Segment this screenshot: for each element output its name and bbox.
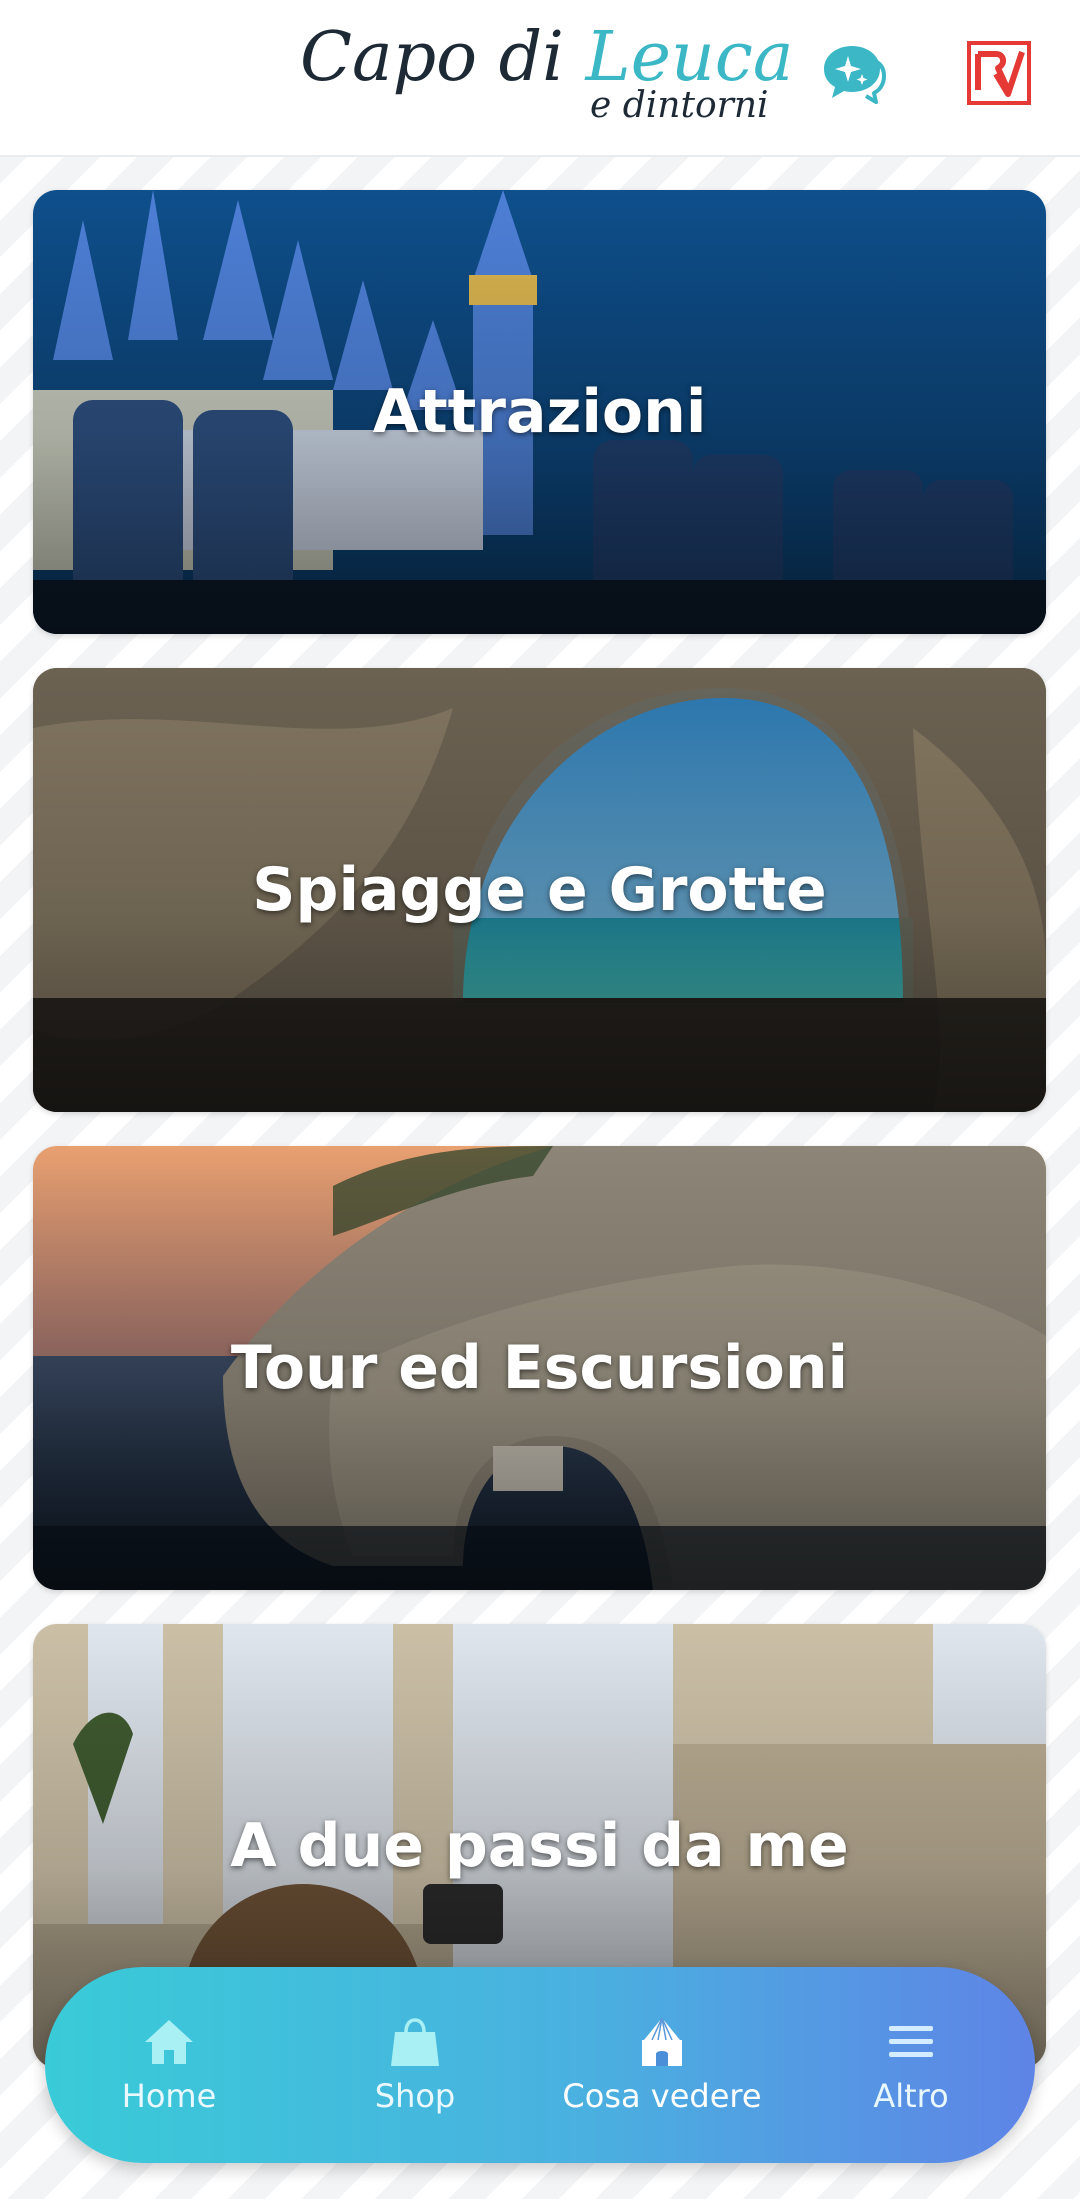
nav-item-home[interactable]: Home (59, 1967, 279, 2163)
logo-title-part1: Capo di (300, 18, 586, 97)
logo-subtitle: e dintorni (590, 85, 769, 126)
chat-sparkle-icon (824, 46, 886, 104)
shopping-bag-icon (391, 2018, 439, 2066)
nav-item-shop[interactable]: Shop (305, 1967, 525, 2163)
nav-label: Home (121, 2077, 217, 2115)
nav-label: Cosa vedere (562, 2077, 762, 2115)
nav-label: Altro (873, 2077, 949, 2115)
menu-icon (889, 2026, 933, 2057)
home-icon (145, 2020, 193, 2064)
card-tour-ed-escursioni[interactable]: Tour ed Escursioni (33, 1146, 1046, 1590)
nav-item-altro[interactable]: Altro (801, 1967, 1021, 2163)
card-title: Attrazioni (372, 377, 707, 447)
rv-logo-icon (967, 41, 1031, 105)
brand-button[interactable] (966, 40, 1032, 106)
nav-label: Shop (374, 2077, 456, 2115)
card-attrazioni[interactable]: Attrazioni (33, 190, 1046, 634)
bottom-navigation: Home Shop Cosa vedere Altro (45, 1967, 1035, 2163)
trullo-icon (642, 2017, 682, 2066)
chat-button[interactable] (818, 40, 890, 104)
nav-item-cosa-vedere[interactable]: Cosa vedere (552, 1967, 772, 2163)
top-bar: Capo di Leuca e dintorni (0, 0, 1080, 157)
card-title: Tour ed Escursioni (230, 1333, 849, 1403)
app-logo[interactable]: Capo di Leuca e dintorni (300, 18, 793, 128)
card-spiagge-e-grotte[interactable]: Spiagge e Grotte (33, 668, 1046, 1112)
card-title: Spiagge e Grotte (252, 855, 827, 925)
